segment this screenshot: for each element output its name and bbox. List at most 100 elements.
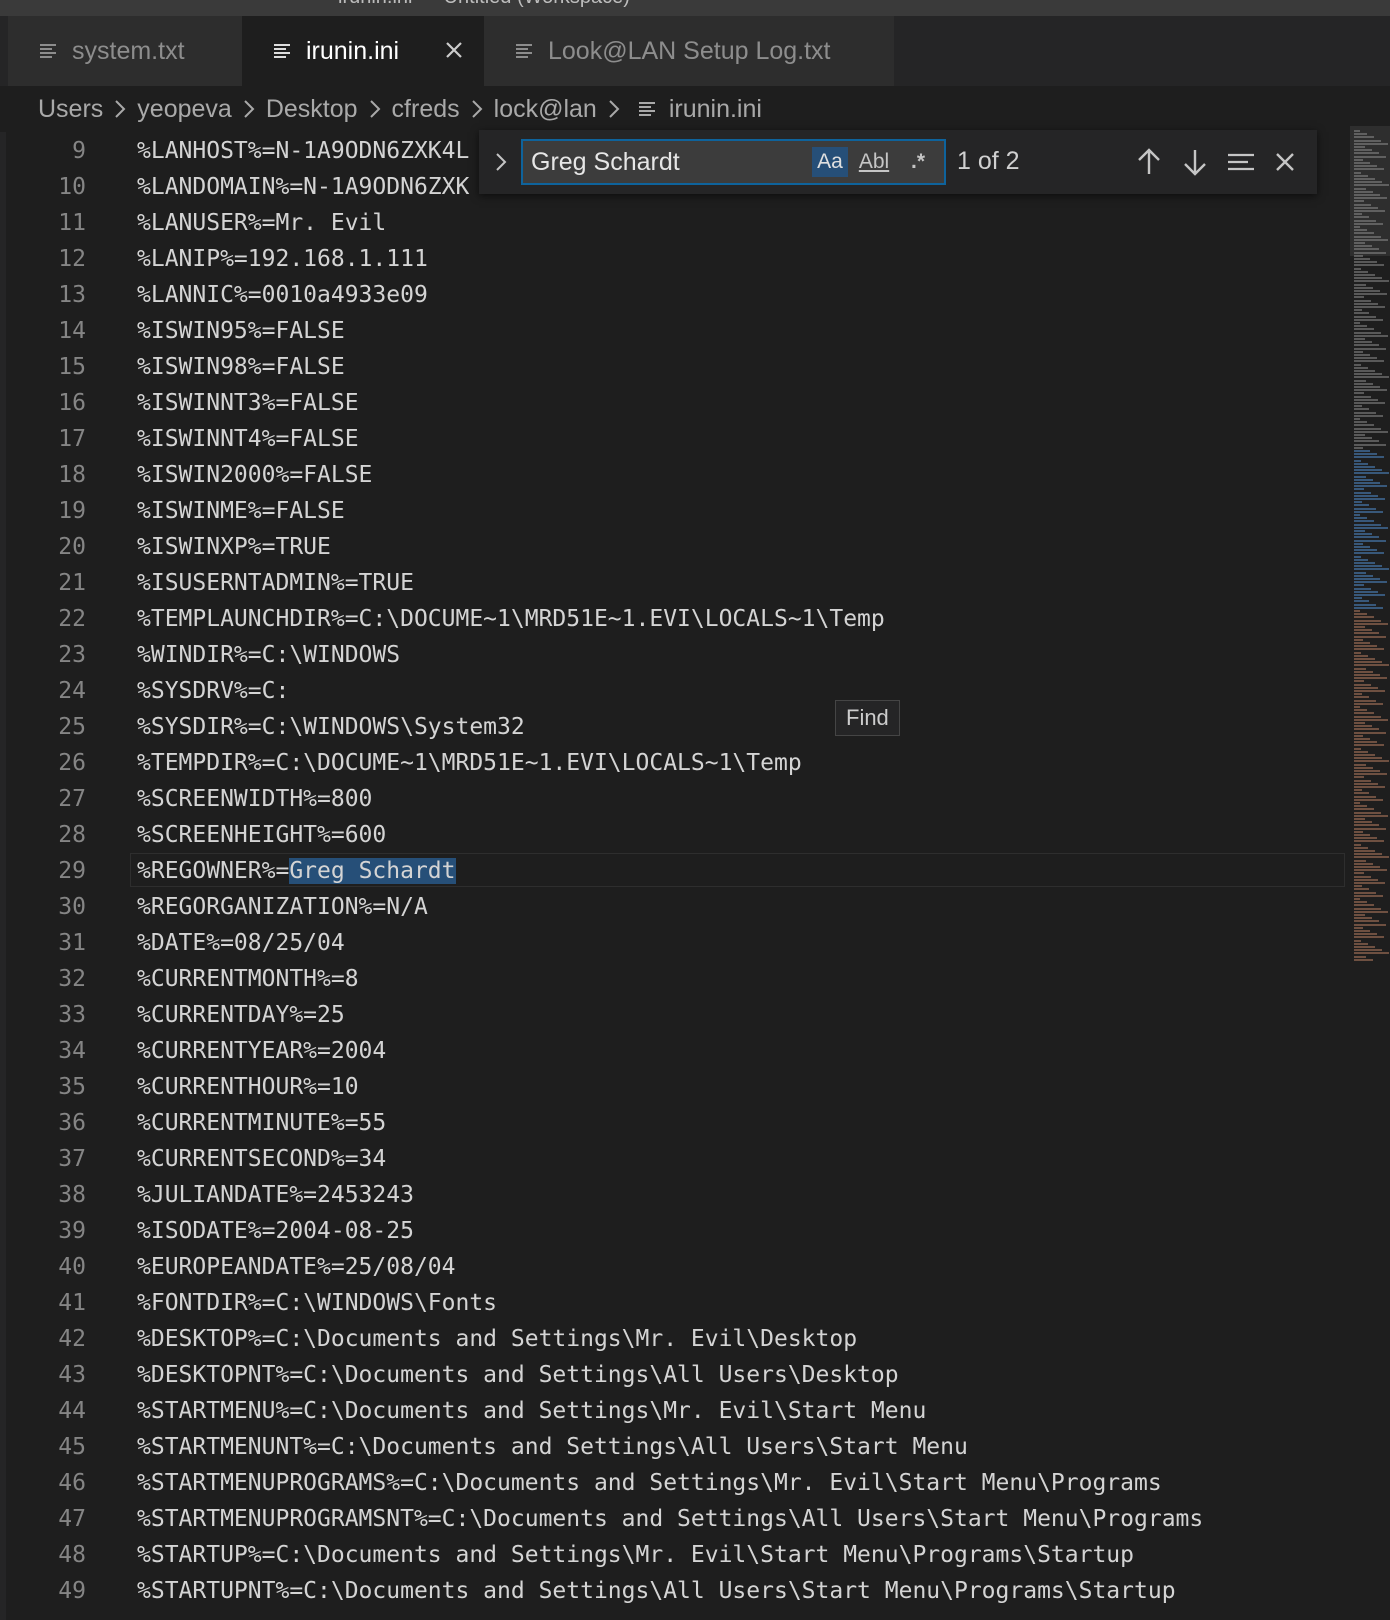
minimap-line	[1354, 379, 1366, 382]
minimap[interactable]	[1350, 126, 1390, 1620]
breadcrumb-item-file[interactable]: irunin.ini	[669, 95, 762, 124]
code-line[interactable]: 16 %ISWINNT3%=FALSE	[0, 385, 1350, 421]
minimap-line	[1354, 219, 1376, 222]
code-line[interactable]: 22 %TEMPLAUNCHDIR%=C:\DOCUME~1\MRD51E~1.E…	[0, 601, 1350, 637]
code-line[interactable]: 32 %CURRENTMONTH%=8	[0, 961, 1350, 997]
code-line[interactable]: 49 %STARTUPNT%=C:\Documents and Settings\…	[0, 1573, 1350, 1609]
minimap-line	[1354, 587, 1371, 590]
tab-lookatlan-setup-log[interactable]: Look@LAN Setup Log.txt	[484, 16, 894, 86]
code-line[interactable]: 46 %STARTMENUPROGRAMS%=C:\Documents and S…	[0, 1465, 1350, 1501]
code-line[interactable]: 45 %STARTMENUNT%=C:\Documents and Setting…	[0, 1429, 1350, 1465]
code-line[interactable]: 15 %ISWIN98%=FALSE	[0, 349, 1350, 385]
code-line[interactable]: 40 %EUROPEANDATE%=25/08/04	[0, 1249, 1350, 1285]
minimap-line	[1354, 357, 1377, 360]
code-line[interactable]: 38 %JULIANDATE%=2453243	[0, 1177, 1350, 1213]
line-text-content: %SYSDRV%=C:	[137, 678, 290, 704]
chevron-right-icon[interactable]	[489, 148, 513, 176]
arrow-up-icon[interactable]	[1133, 146, 1165, 178]
code-line[interactable]: 39 %ISODATE%=2004-08-25	[0, 1213, 1350, 1249]
line-text: %STARTMENU%=C:\Documents and Settings\Mr…	[137, 1393, 926, 1429]
minimap-line	[1354, 222, 1383, 225]
code-line[interactable]: 28 %SCREENHEIGHT%=600	[0, 817, 1350, 853]
minimap-line	[1354, 680, 1364, 683]
code-line[interactable]: 37 %CURRENTSECOND%=34	[0, 1141, 1350, 1177]
code-line[interactable]: 24 %SYSDRV%=C:	[0, 673, 1350, 709]
window-title: irunin.ini — Untitled (Workspace)	[338, 0, 630, 9]
find-input[interactable]	[531, 145, 811, 179]
minimap-line	[1354, 770, 1380, 772]
code-line[interactable]: 19 %ISWINME%=FALSE	[0, 493, 1350, 529]
breadcrumb-item-users[interactable]: Users	[38, 95, 103, 124]
minimap-line	[1354, 158, 1363, 161]
minimap-line	[1354, 661, 1382, 664]
minimap-line	[1354, 891, 1376, 894]
minimap-line	[1354, 162, 1370, 164]
code-line[interactable]: 17 %ISWINNT4%=FALSE	[0, 421, 1350, 457]
minimap-line	[1354, 350, 1363, 353]
minimap-line	[1354, 939, 1361, 942]
code-line[interactable]: 42 %DESKTOP%=C:\Documents and Settings\Mr…	[0, 1321, 1350, 1357]
line-text: %ISODATE%=2004-08-25	[137, 1213, 414, 1249]
minimap-line	[1354, 171, 1361, 174]
code-line[interactable]: 13 %LANNIC%=0010a4933e09	[0, 277, 1350, 313]
code-line[interactable]: 12 %LANIP%=192.168.1.111	[0, 241, 1350, 277]
code-line[interactable]: 25 %SYSDIR%=C:\WINDOWS\System32	[0, 709, 1350, 745]
line-number: 26	[58, 750, 86, 776]
minimap-line	[1354, 786, 1385, 788]
minimap-line	[1354, 827, 1386, 830]
tab-system-txt[interactable]: system.txt	[8, 16, 242, 86]
line-text-content: %ISODATE%=2004-08-25	[137, 1218, 414, 1244]
close-icon[interactable]	[1269, 146, 1301, 178]
line-number: 42	[58, 1326, 86, 1352]
line-text: %CURRENTSECOND%=34	[137, 1141, 386, 1177]
arrow-down-icon[interactable]	[1179, 146, 1211, 178]
minimap-line	[1354, 882, 1385, 884]
code-line[interactable]: 33 %CURRENTDAY%=25	[0, 997, 1350, 1033]
find-in-selection-icon[interactable]	[1225, 146, 1257, 178]
breadcrumb-item-yeopeva[interactable]: yeopeva	[137, 95, 232, 124]
code-line[interactable]: 30 %REGORGANIZATION%=N/A	[0, 889, 1350, 925]
minimap-line	[1354, 152, 1379, 155]
minimap-line	[1354, 277, 1382, 280]
match-case-toggle[interactable]: Aa	[812, 147, 848, 177]
code-line[interactable]: 35 %CURRENTHOUR%=10	[0, 1069, 1350, 1105]
tab-irunin-ini[interactable]: irunin.ini	[242, 16, 484, 86]
code-line[interactable]: 21 %ISUSERNTADMIN%=TRUE	[0, 565, 1350, 601]
line-text-content: %TEMPLAUNCHDIR%=C:\DOCUME~1\MRD51E~1.EVI…	[137, 606, 885, 632]
code-line[interactable]: 34 %CURRENTYEAR%=2004	[0, 1033, 1350, 1069]
minimap-line	[1354, 514, 1360, 516]
minimap-line	[1354, 667, 1366, 670]
breadcrumb-item-cfreds[interactable]: cfreds	[392, 95, 460, 124]
code-line[interactable]: 20 %ISWINXP%=TRUE	[0, 529, 1350, 565]
minimap-line	[1354, 872, 1364, 875]
code-line[interactable]: 11 %LANUSER%=Mr. Evil	[0, 205, 1350, 241]
regex-toggle[interactable]: .*	[900, 147, 936, 177]
code-line[interactable]: 27 %SCREENWIDTH%=800	[0, 781, 1350, 817]
code-line[interactable]: 18 %ISWIN2000%=FALSE	[0, 457, 1350, 493]
code-line[interactable]: 23 %WINDIR%=C:\WINDOWS	[0, 637, 1350, 673]
code-line[interactable]: 47 %STARTMENUPROGRAMSNT%=C:\Documents and…	[0, 1501, 1350, 1537]
minimap-line	[1354, 226, 1360, 228]
code-editor[interactable]: 9 %LANHOST%=N-1A9ODN6ZXK4L 10 %LANDOMAIN%=N…	[0, 132, 1350, 1620]
whole-word-toggle[interactable]: Abl	[856, 147, 892, 177]
breadcrumb-item-desktop[interactable]: Desktop	[266, 95, 358, 124]
minimap-line	[1354, 952, 1389, 955]
line-text: %REGORGANIZATION%=N/A	[137, 889, 428, 925]
close-icon[interactable]	[442, 38, 466, 62]
minimap-line	[1354, 706, 1360, 708]
code-line[interactable]: 41 %FONTDIR%=C:\WINDOWS\Fonts	[0, 1285, 1350, 1321]
code-line[interactable]: 48 %STARTUP%=C:\Documents and Settings\Mr…	[0, 1537, 1350, 1573]
code-line[interactable]: 31 %DATE%=08/25/04	[0, 925, 1350, 961]
minimap-line	[1354, 610, 1360, 612]
minimap-line	[1354, 190, 1373, 193]
code-line[interactable]: 26 %TEMPDIR%=C:\DOCUME~1\MRD51E~1.EVI\LOC…	[0, 745, 1350, 781]
code-line[interactable]: 29 %REGOWNER%=Greg Schardt	[0, 853, 1350, 889]
code-line[interactable]: 44 %STARTMENU%=C:\Documents and Settings\…	[0, 1393, 1350, 1429]
code-line[interactable]: 14 %ISWIN95%=FALSE	[0, 313, 1350, 349]
line-number: 36	[58, 1110, 86, 1136]
minimap-line	[1354, 347, 1386, 350]
code-line[interactable]: 43 %DESKTOPNT%=C:\Documents and Settings\…	[0, 1357, 1350, 1393]
minimap-line	[1354, 773, 1387, 776]
breadcrumb-item-lockatlan[interactable]: lock@lan	[494, 95, 597, 124]
code-line[interactable]: 36 %CURRENTMINUTE%=55	[0, 1105, 1350, 1141]
